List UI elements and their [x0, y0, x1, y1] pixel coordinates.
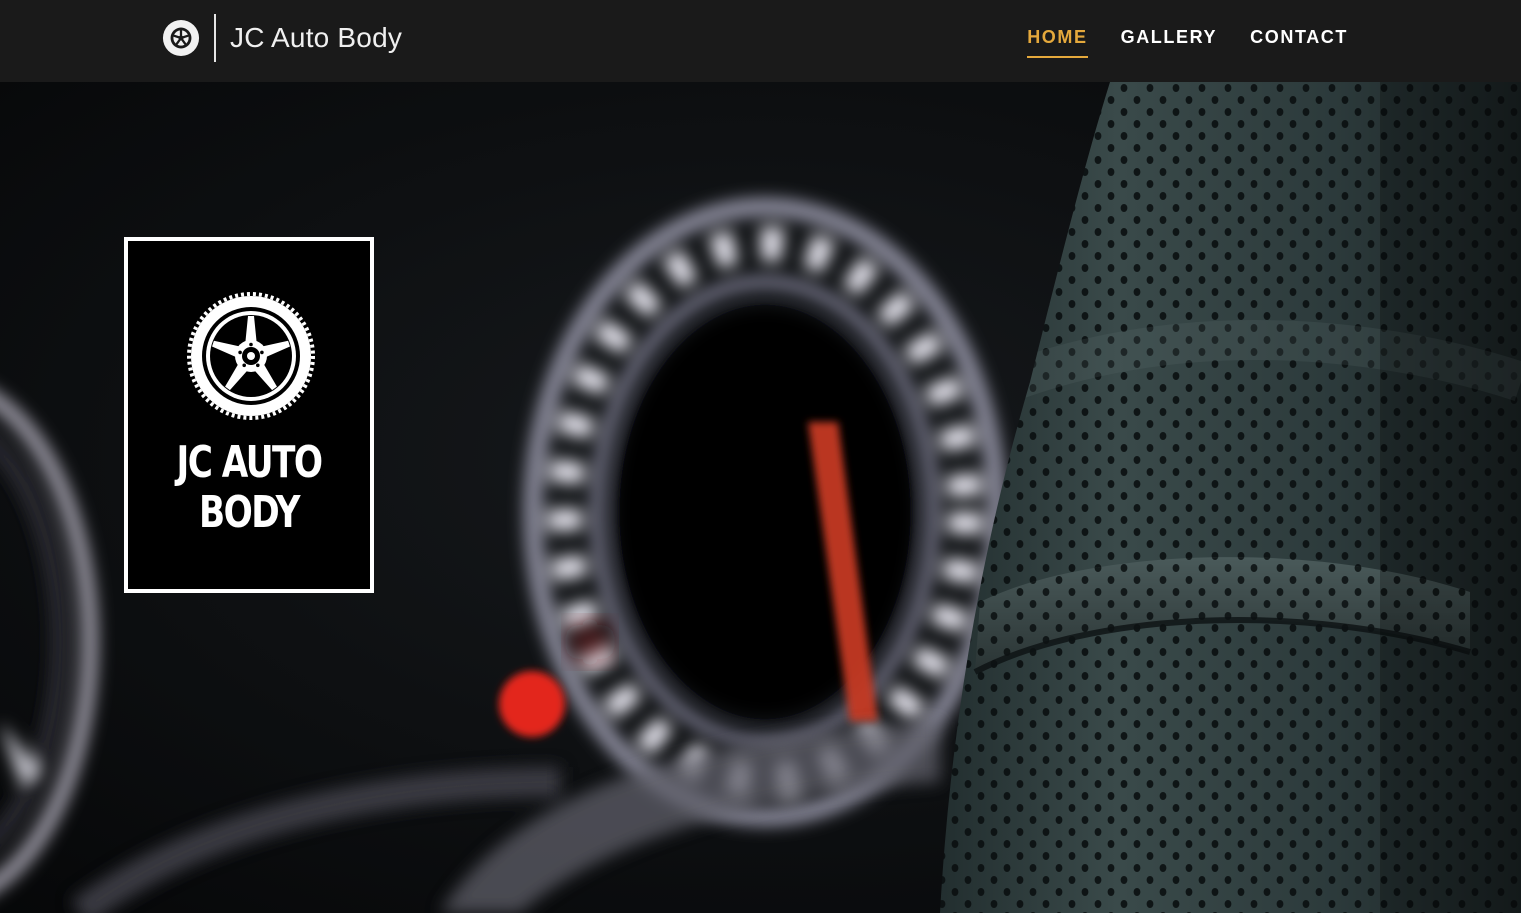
nav-contact[interactable]: CONTACT [1250, 26, 1348, 58]
top-navbar: JC Auto Body HOME GALLERY CONTACT [0, 0, 1521, 82]
nav-gallery[interactable]: GALLERY [1121, 26, 1218, 58]
nav-home[interactable]: HOME [1027, 26, 1088, 58]
wheel-icon [162, 19, 200, 57]
hero-logo-card: JC AUTO BODY [124, 237, 374, 593]
hero-section: JC AUTO BODY [0, 82, 1521, 913]
brand-name: JC Auto Body [230, 22, 403, 53]
wheel-icon [187, 292, 315, 420]
main-nav: HOME GALLERY CONTACT [1027, 26, 1348, 58]
hero-logo-line1: JC AUTO [176, 437, 324, 488]
brand-divider [214, 14, 216, 62]
hero-logo-line2: BODY [199, 487, 300, 538]
hero-logo-text: JC AUTO BODY [155, 438, 344, 538]
brand-home-link[interactable]: JC Auto Body [162, 14, 402, 62]
